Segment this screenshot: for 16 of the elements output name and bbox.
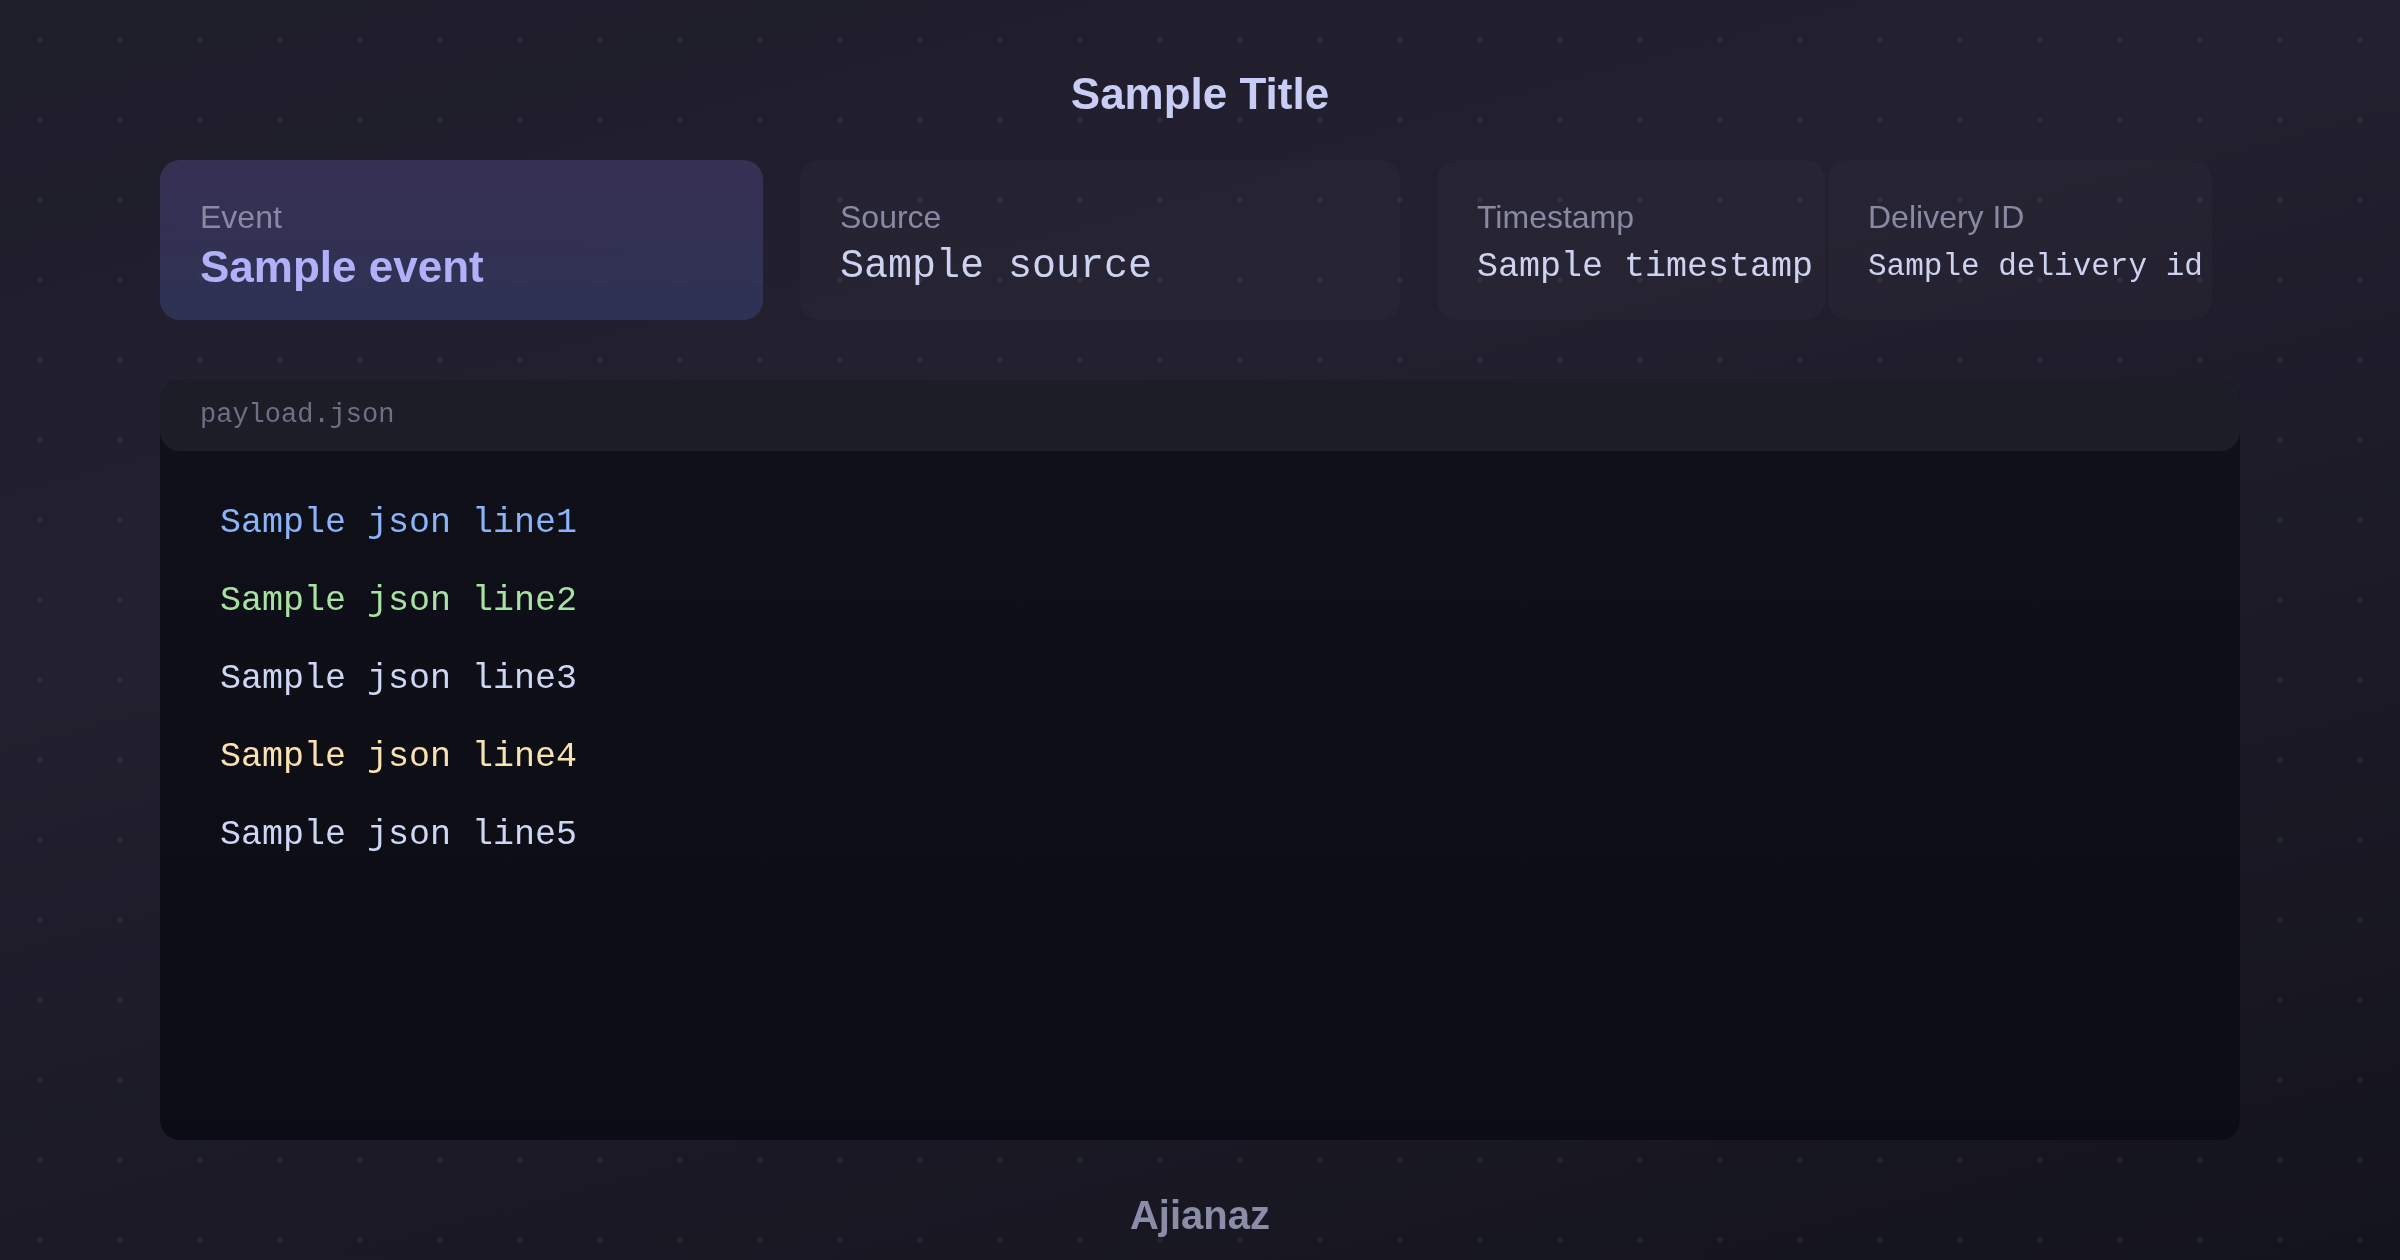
code-line: Sample json line3: [220, 658, 578, 701]
field-label: Delivery ID: [1868, 198, 2025, 237]
field-label: Event: [200, 198, 282, 237]
code-line: Sample json line1: [220, 502, 578, 545]
field-value: Sample timestamp: [1477, 246, 1814, 289]
field-value: Sample delivery id: [1868, 248, 2203, 286]
field-label: Timestamp: [1477, 198, 1635, 237]
page-title: Sample Title: [1070, 68, 1330, 120]
field-value: Sample source: [840, 243, 1153, 291]
file-name: payload.json: [200, 399, 395, 433]
code-line: Sample json line4: [220, 736, 578, 779]
code-line: Sample json line2: [220, 580, 578, 623]
footer-text: Ajianaz: [1129, 1192, 1270, 1239]
field-value: Sample event: [200, 241, 484, 293]
code-line: Sample json line5: [220, 814, 578, 857]
field-label: Source: [840, 198, 942, 237]
